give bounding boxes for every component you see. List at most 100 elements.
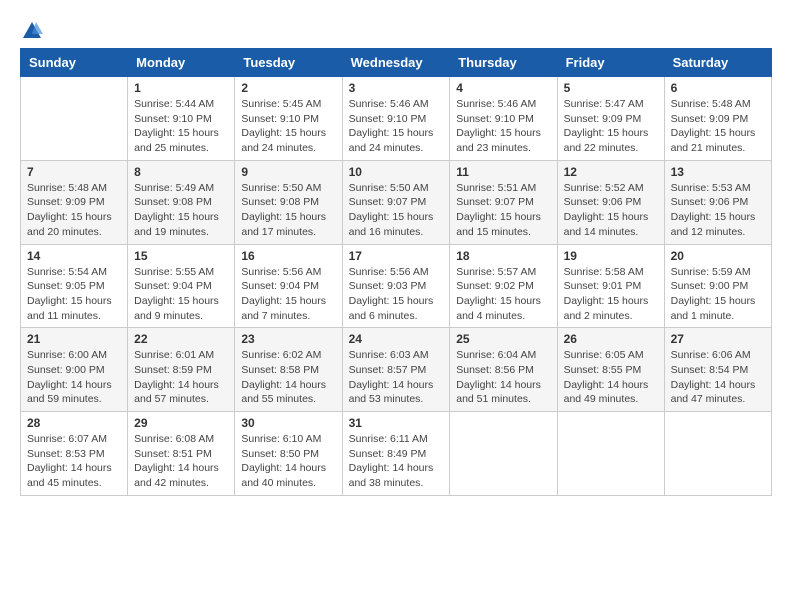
- day-number: 11: [456, 165, 550, 179]
- day-number: 16: [241, 249, 335, 263]
- day-number: 12: [564, 165, 658, 179]
- day-detail: Sunrise: 6:05 AMSunset: 8:55 PMDaylight:…: [564, 348, 658, 407]
- day-number: 17: [349, 249, 444, 263]
- day-number: 2: [241, 81, 335, 95]
- day-detail: Sunrise: 5:44 AMSunset: 9:10 PMDaylight:…: [134, 97, 228, 156]
- calendar-cell: 22 Sunrise: 6:01 AMSunset: 8:59 PMDaylig…: [128, 328, 235, 412]
- calendar-cell: 5 Sunrise: 5:47 AMSunset: 9:09 PMDayligh…: [557, 77, 664, 161]
- calendar-cell: 17 Sunrise: 5:56 AMSunset: 9:03 PMDaylig…: [342, 244, 450, 328]
- day-number: 15: [134, 249, 228, 263]
- day-detail: Sunrise: 5:50 AMSunset: 9:08 PMDaylight:…: [241, 181, 335, 240]
- day-number: 19: [564, 249, 658, 263]
- day-number: 6: [671, 81, 765, 95]
- calendar-cell: 7 Sunrise: 5:48 AMSunset: 9:09 PMDayligh…: [21, 160, 128, 244]
- day-detail: Sunrise: 6:06 AMSunset: 8:54 PMDaylight:…: [671, 348, 765, 407]
- calendar-cell: 16 Sunrise: 5:56 AMSunset: 9:04 PMDaylig…: [235, 244, 342, 328]
- calendar-week-row: 21 Sunrise: 6:00 AMSunset: 9:00 PMDaylig…: [21, 328, 772, 412]
- day-number: 26: [564, 332, 658, 346]
- calendar-cell: 29 Sunrise: 6:08 AMSunset: 8:51 PMDaylig…: [128, 412, 235, 496]
- calendar-cell: 3 Sunrise: 5:46 AMSunset: 9:10 PMDayligh…: [342, 77, 450, 161]
- day-number: 5: [564, 81, 658, 95]
- calendar-cell: 27 Sunrise: 6:06 AMSunset: 8:54 PMDaylig…: [664, 328, 771, 412]
- day-detail: Sunrise: 6:02 AMSunset: 8:58 PMDaylight:…: [241, 348, 335, 407]
- day-detail: Sunrise: 5:48 AMSunset: 9:09 PMDaylight:…: [671, 97, 765, 156]
- page-header: [20, 20, 772, 38]
- day-number: 22: [134, 332, 228, 346]
- day-number: 24: [349, 332, 444, 346]
- calendar-cell: 24 Sunrise: 6:03 AMSunset: 8:57 PMDaylig…: [342, 328, 450, 412]
- day-detail: Sunrise: 6:01 AMSunset: 8:59 PMDaylight:…: [134, 348, 228, 407]
- day-number: 14: [27, 249, 121, 263]
- day-number: 25: [456, 332, 550, 346]
- calendar-cell: 10 Sunrise: 5:50 AMSunset: 9:07 PMDaylig…: [342, 160, 450, 244]
- day-detail: Sunrise: 5:59 AMSunset: 9:00 PMDaylight:…: [671, 265, 765, 324]
- day-detail: Sunrise: 5:57 AMSunset: 9:02 PMDaylight:…: [456, 265, 550, 324]
- day-detail: Sunrise: 5:46 AMSunset: 9:10 PMDaylight:…: [349, 97, 444, 156]
- weekday-header-thursday: Thursday: [450, 49, 557, 77]
- calendar-week-row: 1 Sunrise: 5:44 AMSunset: 9:10 PMDayligh…: [21, 77, 772, 161]
- day-number: 21: [27, 332, 121, 346]
- calendar-cell: 12 Sunrise: 5:52 AMSunset: 9:06 PMDaylig…: [557, 160, 664, 244]
- day-detail: Sunrise: 5:54 AMSunset: 9:05 PMDaylight:…: [27, 265, 121, 324]
- day-detail: Sunrise: 6:04 AMSunset: 8:56 PMDaylight:…: [456, 348, 550, 407]
- day-detail: Sunrise: 6:07 AMSunset: 8:53 PMDaylight:…: [27, 432, 121, 491]
- day-detail: Sunrise: 6:10 AMSunset: 8:50 PMDaylight:…: [241, 432, 335, 491]
- calendar-week-row: 14 Sunrise: 5:54 AMSunset: 9:05 PMDaylig…: [21, 244, 772, 328]
- day-number: 9: [241, 165, 335, 179]
- day-detail: Sunrise: 6:03 AMSunset: 8:57 PMDaylight:…: [349, 348, 444, 407]
- day-number: 30: [241, 416, 335, 430]
- calendar-cell: 15 Sunrise: 5:55 AMSunset: 9:04 PMDaylig…: [128, 244, 235, 328]
- calendar-table: SundayMondayTuesdayWednesdayThursdayFrid…: [20, 48, 772, 496]
- day-number: 31: [349, 416, 444, 430]
- day-number: 23: [241, 332, 335, 346]
- calendar-cell: 23 Sunrise: 6:02 AMSunset: 8:58 PMDaylig…: [235, 328, 342, 412]
- weekday-header-sunday: Sunday: [21, 49, 128, 77]
- calendar-cell: 4 Sunrise: 5:46 AMSunset: 9:10 PMDayligh…: [450, 77, 557, 161]
- day-detail: Sunrise: 5:46 AMSunset: 9:10 PMDaylight:…: [456, 97, 550, 156]
- logo-icon: [21, 20, 43, 42]
- day-detail: Sunrise: 5:45 AMSunset: 9:10 PMDaylight:…: [241, 97, 335, 156]
- day-detail: Sunrise: 6:00 AMSunset: 9:00 PMDaylight:…: [27, 348, 121, 407]
- day-detail: Sunrise: 5:47 AMSunset: 9:09 PMDaylight:…: [564, 97, 658, 156]
- day-number: 1: [134, 81, 228, 95]
- day-number: 13: [671, 165, 765, 179]
- day-detail: Sunrise: 5:56 AMSunset: 9:04 PMDaylight:…: [241, 265, 335, 324]
- weekday-header-friday: Friday: [557, 49, 664, 77]
- weekday-header-monday: Monday: [128, 49, 235, 77]
- day-number: 29: [134, 416, 228, 430]
- calendar-cell: [450, 412, 557, 496]
- calendar-cell: 1 Sunrise: 5:44 AMSunset: 9:10 PMDayligh…: [128, 77, 235, 161]
- day-number: 20: [671, 249, 765, 263]
- calendar-cell: 8 Sunrise: 5:49 AMSunset: 9:08 PMDayligh…: [128, 160, 235, 244]
- logo: [20, 20, 43, 38]
- weekday-header-wednesday: Wednesday: [342, 49, 450, 77]
- day-number: 3: [349, 81, 444, 95]
- calendar-cell: 14 Sunrise: 5:54 AMSunset: 9:05 PMDaylig…: [21, 244, 128, 328]
- day-detail: Sunrise: 6:08 AMSunset: 8:51 PMDaylight:…: [134, 432, 228, 491]
- calendar-cell: 31 Sunrise: 6:11 AMSunset: 8:49 PMDaylig…: [342, 412, 450, 496]
- day-number: 27: [671, 332, 765, 346]
- day-detail: Sunrise: 5:55 AMSunset: 9:04 PMDaylight:…: [134, 265, 228, 324]
- day-detail: Sunrise: 5:52 AMSunset: 9:06 PMDaylight:…: [564, 181, 658, 240]
- day-detail: Sunrise: 5:53 AMSunset: 9:06 PMDaylight:…: [671, 181, 765, 240]
- day-detail: Sunrise: 5:50 AMSunset: 9:07 PMDaylight:…: [349, 181, 444, 240]
- calendar-cell: 20 Sunrise: 5:59 AMSunset: 9:00 PMDaylig…: [664, 244, 771, 328]
- calendar-cell: 26 Sunrise: 6:05 AMSunset: 8:55 PMDaylig…: [557, 328, 664, 412]
- calendar-cell: 18 Sunrise: 5:57 AMSunset: 9:02 PMDaylig…: [450, 244, 557, 328]
- day-detail: Sunrise: 5:58 AMSunset: 9:01 PMDaylight:…: [564, 265, 658, 324]
- calendar-cell: 2 Sunrise: 5:45 AMSunset: 9:10 PMDayligh…: [235, 77, 342, 161]
- calendar-cell: 19 Sunrise: 5:58 AMSunset: 9:01 PMDaylig…: [557, 244, 664, 328]
- calendar-cell: 28 Sunrise: 6:07 AMSunset: 8:53 PMDaylig…: [21, 412, 128, 496]
- day-number: 7: [27, 165, 121, 179]
- calendar-cell: 9 Sunrise: 5:50 AMSunset: 9:08 PMDayligh…: [235, 160, 342, 244]
- calendar-cell: 21 Sunrise: 6:00 AMSunset: 9:00 PMDaylig…: [21, 328, 128, 412]
- calendar-header-row: SundayMondayTuesdayWednesdayThursdayFrid…: [21, 49, 772, 77]
- day-number: 18: [456, 249, 550, 263]
- weekday-header-saturday: Saturday: [664, 49, 771, 77]
- calendar-week-row: 7 Sunrise: 5:48 AMSunset: 9:09 PMDayligh…: [21, 160, 772, 244]
- calendar-cell: [21, 77, 128, 161]
- day-detail: Sunrise: 5:51 AMSunset: 9:07 PMDaylight:…: [456, 181, 550, 240]
- weekday-header-tuesday: Tuesday: [235, 49, 342, 77]
- calendar-cell: 25 Sunrise: 6:04 AMSunset: 8:56 PMDaylig…: [450, 328, 557, 412]
- day-detail: Sunrise: 5:48 AMSunset: 9:09 PMDaylight:…: [27, 181, 121, 240]
